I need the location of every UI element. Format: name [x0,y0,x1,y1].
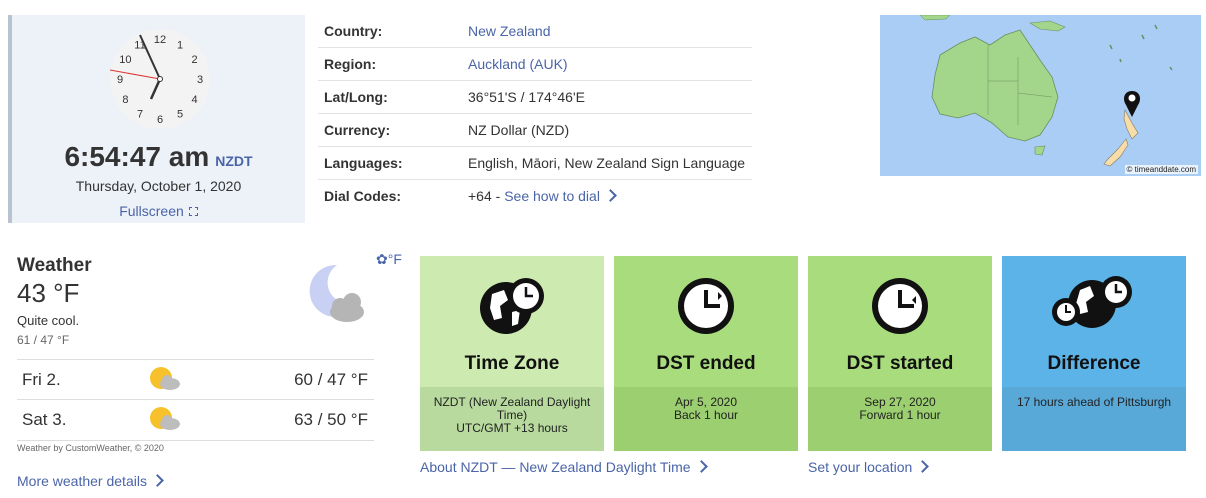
about-nzdt-link[interactable]: About NZDT — New Zealand Daylight Time [420,459,691,475]
region-link[interactable]: Auckland (AUK) [468,56,568,72]
tile-detail: NZDT (New Zealand Daylight Time) UTC/GMT… [420,387,604,451]
dial-number: 2 [192,54,198,66]
dial-number: 12 [154,34,166,46]
globe-clock-icon [480,278,544,334]
see-how-to-dial-link[interactable]: See how to dial [504,188,600,204]
clock-panel: 12 1 2 3 4 5 6 7 8 9 10 11 6:54:47 am NZDT Thursday,… [8,15,305,223]
expand-icon[interactable] [188,207,198,216]
currency-value: NZ Dollar (NZD) [462,113,752,147]
chevron-right-icon [604,189,617,202]
analog-clock: 12 1234567891011 [109,29,210,129]
dial-number: 7 [137,109,143,121]
latlong-value: 36°51'S / 174°46'E [462,80,752,114]
tile-detail: Sep 27, 2020 Forward 1 hour [808,387,992,451]
night-cloud-icon [309,264,364,322]
map-credit: © timeanddate.com [1124,165,1198,174]
info-label: Currency: [318,113,462,147]
temperature-unit-toggle[interactable]: ✿°F [376,251,402,268]
tile-difference[interactable]: Difference 17 hours ahead of Pittsburgh [1002,256,1186,451]
dial-code-value: +64 - [468,188,501,204]
tile-time-zone[interactable]: Time Zone NZDT (New Zealand Daylight Tim… [420,256,604,451]
fullscreen-link[interactable]: Fullscreen [119,203,184,219]
info-label: Languages: [318,146,462,180]
info-row-currency: Currency: NZ Dollar (NZD) [318,113,752,147]
map-graphic [880,15,1201,176]
chevron-right-icon [151,474,164,487]
current-date: Thursday, October 1, 2020 [75,178,242,194]
tile-detail: 17 hours ahead of Pittsburgh [1002,387,1186,451]
clock-back-icon [678,278,734,334]
unit-label[interactable]: °F [388,251,402,267]
forecast-row: Sat 3. 63 / 50 °F [17,399,374,441]
dial-number: 3 [197,74,203,86]
tile-line: NZDT (New Zealand Daylight Time) [433,395,591,422]
location-map[interactable]: © timeanddate.com [880,15,1201,176]
weather-credit: Weather by CustomWeather, © 2020 [17,443,164,453]
more-weather-link[interactable]: More weather details [17,473,147,489]
info-row-languages: Languages: English, Māori, New Zealand Si… [318,146,752,180]
high-low-temps: 61 / 47 °F [17,333,70,347]
location-info-table: Country: New Zealand Region: Auckland (AUK… [318,15,752,212]
info-label: Region: [318,47,462,81]
current-time: 6:54:47 am [64,141,210,172]
languages-value: English, Māori, New Zealand Sign Languag… [462,146,752,180]
tile-line: 17 hours ahead of Pittsburgh [1016,395,1172,409]
info-label: Lat/Long: [318,80,462,114]
tile-title: DST started [846,353,954,374]
dial-number: 10 [119,54,131,66]
tile-dst-ended[interactable]: DST ended Apr 5, 2020 Back 1 hour [614,256,798,451]
tile-title: Time Zone [464,353,560,374]
dial-number: 4 [192,94,198,106]
dial-number: 5 [177,109,183,121]
timezone-abbr-link[interactable]: NZDT [215,153,252,169]
globes-clocks-icon [1052,276,1132,328]
tile-dst-started[interactable]: DST started Sep 27, 2020 Forward 1 hour [808,256,992,451]
tile-title: DST ended [656,353,756,374]
tile-detail: Apr 5, 2020 Back 1 hour [614,387,798,451]
dial-number: 1 [177,39,183,51]
chevron-right-icon [916,460,930,473]
forecast-temps: 63 / 50 °F [294,410,368,429]
info-label: Dial Codes: [324,188,402,204]
tile-line: UTC/GMT +13 hours [456,421,568,435]
forecast-day: Sat 3. [22,410,67,429]
forecast-row: Fri 2. 60 / 47 °F [17,359,374,400]
forecast-day: Fri 2. [22,370,61,389]
tile-line: Forward 1 hour [859,408,941,422]
chevron-right-icon [694,460,708,473]
info-row-latlong: Lat/Long: 36°51'S / 174°46'E [318,80,752,114]
set-location-link[interactable]: Set your location [808,459,912,475]
dial-number: 8 [122,94,128,106]
info-label: Country: [318,15,462,48]
tile-title: Difference [1047,353,1141,374]
info-row-country: Country: New Zealand [318,15,752,48]
clock-forward-icon [872,278,928,334]
forecast-temps: 60 / 47 °F [294,370,368,389]
country-link[interactable]: New Zealand [468,23,551,39]
partly-sunny-icon [150,407,180,430]
partly-sunny-icon [150,367,180,390]
tile-line: Back 1 hour [673,408,739,422]
info-row-dialcodes: Dial Codes: +64 - See how to dial [318,180,752,213]
dial-number: 9 [117,74,123,86]
info-row-region: Region: Auckland (AUK) [318,47,752,81]
gear-icon[interactable]: ✿ [376,251,388,267]
dial-number: 6 [157,114,163,126]
